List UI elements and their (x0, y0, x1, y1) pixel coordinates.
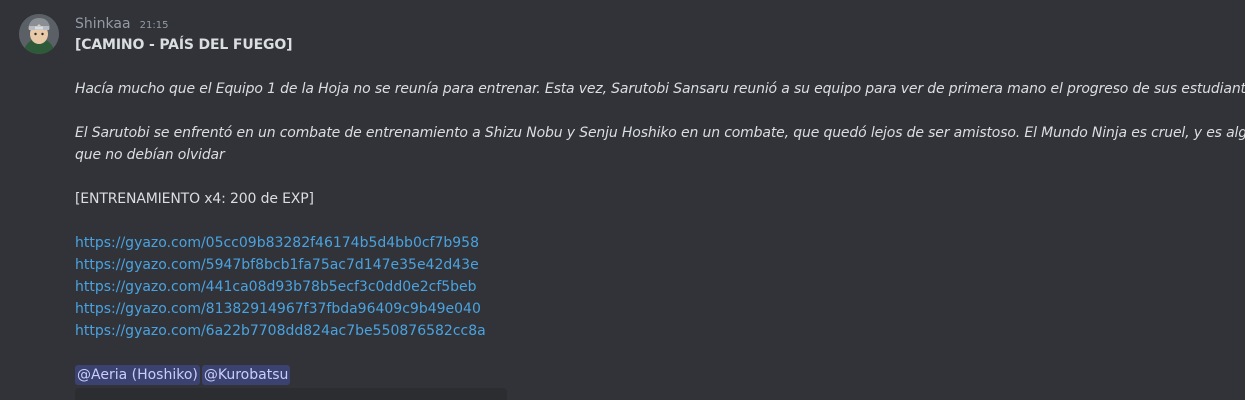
gyazo-link[interactable]: https://gyazo.com/6a22b7708dd824ac7be550… (75, 320, 1235, 342)
author-name[interactable]: Shinkaa (75, 16, 131, 32)
embed-card[interactable] (75, 388, 507, 400)
gyazo-link[interactable]: https://gyazo.com/05cc09b83282f46174b5d4… (75, 232, 1235, 254)
message-header: Shinkaa 21:15 (75, 12, 1235, 34)
reward-text: [ENTRENAMIENTO x4: 200 de EXP] (75, 191, 314, 207)
mention-aeria[interactable]: @Aeria (Hoshiko) (75, 365, 200, 385)
gyazo-link[interactable]: https://gyazo.com/81382914967f37fbda9640… (75, 298, 1235, 320)
paragraph-1: Hacía mucho que el Equipo 1 de la Hoja n… (75, 81, 1245, 97)
avatar[interactable] (19, 14, 59, 54)
chat-message: Shinkaa 21:15 [CAMINO - PAÍS DEL FUEGO] … (0, 0, 1245, 400)
mentions-row: @Aeria (Hoshiko) @Kurobatsu (75, 364, 1235, 386)
message-title: [CAMINO - PAÍS DEL FUEGO] (75, 37, 293, 53)
gyazo-link[interactable]: https://gyazo.com/441ca08d93b78b5ecf3c0d… (75, 276, 1235, 298)
paragraph-2-line-2: que no debían olvidar (75, 147, 225, 163)
message-content: Shinkaa 21:15 [CAMINO - PAÍS DEL FUEGO] … (75, 12, 1245, 386)
paragraph-2-line-1: El Sarutobi se enfrentó en un combate de… (75, 125, 1245, 141)
avatar-image (19, 14, 59, 54)
message-timestamp[interactable]: 21:15 (140, 20, 169, 31)
gyazo-link[interactable]: https://gyazo.com/5947bf8bcb1fa75ac7d147… (75, 254, 1235, 276)
mention-kurobatsu[interactable]: @Kurobatsu (201, 365, 291, 385)
